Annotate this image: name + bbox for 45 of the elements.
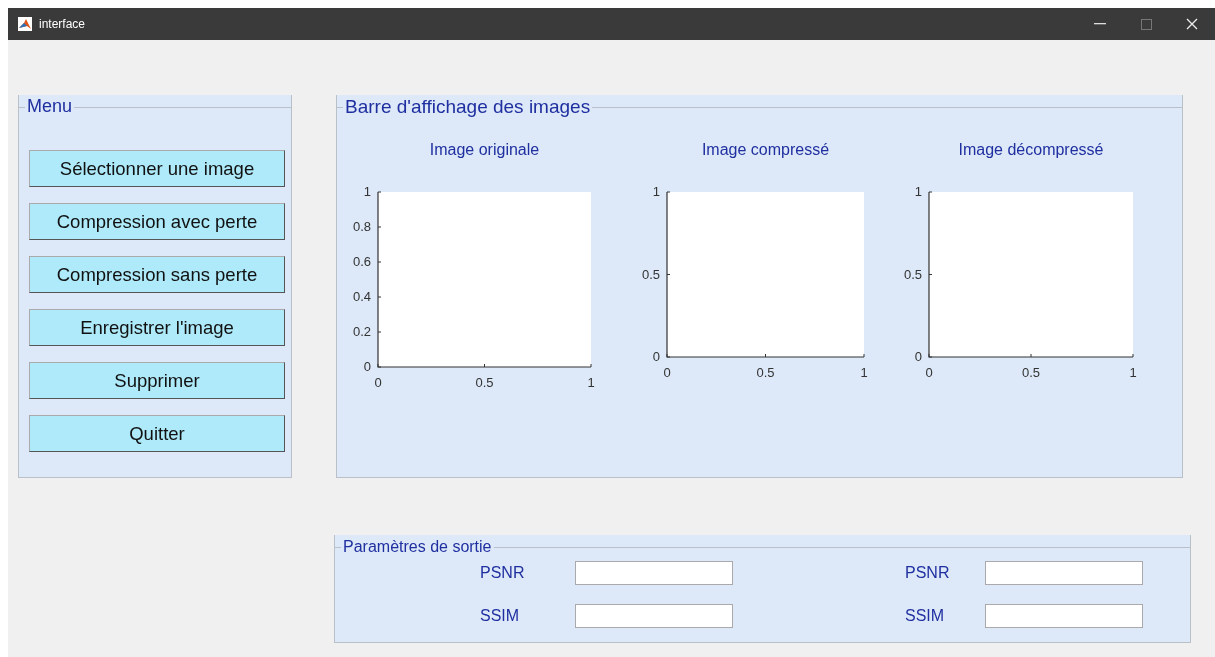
menu-button[interactable]: Compression avec perte bbox=[29, 203, 285, 240]
x-tick-label: 0 bbox=[925, 365, 933, 380]
field-label: SSIM bbox=[905, 607, 946, 625]
x-tick-label: 1 bbox=[587, 375, 595, 390]
menu-button[interactable]: Sélectionner une image bbox=[29, 150, 285, 187]
menu-button[interactable]: Quitter bbox=[29, 415, 285, 452]
input-field[interactable] bbox=[575, 561, 733, 585]
y-tick-label: 0.8 bbox=[352, 219, 371, 234]
plot-title: Image originale bbox=[429, 141, 540, 158]
panel-title: Paramètres de sortie bbox=[341, 539, 494, 555]
y-tick-label: 0.4 bbox=[352, 289, 371, 304]
close-icon bbox=[1186, 18, 1198, 30]
y-tick-label: 0.6 bbox=[352, 254, 371, 269]
minimize-icon bbox=[1094, 23, 1106, 25]
app-logo-icon bbox=[18, 17, 32, 31]
x-tick-label: 0 bbox=[663, 365, 671, 380]
y-tick-label: 0 bbox=[652, 349, 660, 364]
panel-title: Menu bbox=[25, 97, 75, 115]
field-label: PSNR bbox=[480, 564, 526, 582]
y-tick-label: 1 bbox=[652, 184, 660, 199]
x-tick-label: 1 bbox=[1129, 365, 1137, 380]
y-tick-label: 1 bbox=[914, 184, 922, 199]
y-tick-label: 0.5 bbox=[903, 266, 922, 282]
maximize-icon bbox=[1140, 18, 1152, 30]
window-title: interface bbox=[39, 17, 87, 31]
input-field[interactable] bbox=[985, 561, 1143, 585]
menu-button[interactable]: Compression sans perte bbox=[29, 256, 285, 293]
plot-title: Image décompressé bbox=[958, 141, 1104, 158]
input-field[interactable] bbox=[985, 604, 1143, 628]
x-tick-label: 0 bbox=[374, 375, 382, 390]
menu-button[interactable]: Enregistrer l'image bbox=[29, 309, 285, 346]
x-tick-label: 0.5 bbox=[475, 375, 494, 390]
y-tick-label: 0 bbox=[914, 349, 922, 364]
y-tick-label: 1 bbox=[363, 184, 371, 199]
field-label: SSIM bbox=[480, 607, 521, 625]
plot-title: Image compressé bbox=[701, 141, 830, 158]
x-tick-label: 0.5 bbox=[1021, 365, 1041, 380]
y-tick-label: 0.2 bbox=[352, 324, 371, 339]
x-tick-label: 0.5 bbox=[756, 365, 775, 380]
x-tick-label: 1 bbox=[860, 365, 868, 380]
field-label: PSNR bbox=[905, 564, 951, 582]
menu-button[interactable]: Supprimer bbox=[29, 362, 285, 399]
y-tick-label: 0.5 bbox=[642, 266, 660, 282]
input-field[interactable] bbox=[575, 604, 733, 628]
y-tick-label: 0 bbox=[363, 359, 371, 374]
